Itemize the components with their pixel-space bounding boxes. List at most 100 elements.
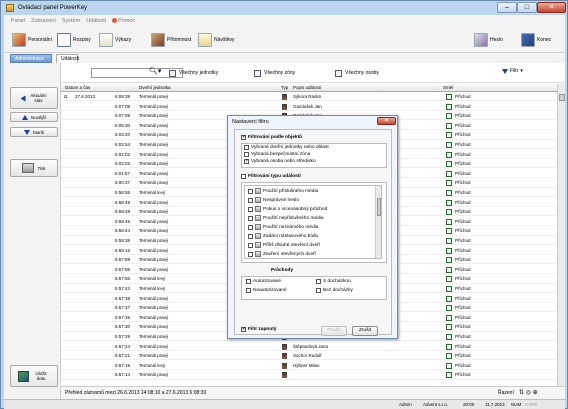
password-button[interactable]: Heslo [474,31,503,48]
objects-checkbox[interactable] [241,134,246,140]
event-type-checkbox[interactable] [248,233,253,239]
event-type-item[interactable]: Použití příslušného média [248,188,318,194]
col-unit[interactable]: Dveřní jednotka [139,85,171,90]
visits-button[interactable]: Návštěvy [198,31,235,48]
col-direction[interactable]: Směr [443,85,454,90]
cell-desc: Štěpandová Jana [293,343,329,349]
objects-toggle[interactable]: Filtrování podle objektů [241,134,302,140]
table-row[interactable]: 5:57:21 Terminál pravý Sochor Rudolf Přícho… [61,352,557,361]
passage-unauthorized-checkbox[interactable] [246,288,251,293]
menu-panel[interactable]: Panel [11,18,25,24]
presence-button[interactable]: Přítomnost [151,31,191,48]
newer-button[interactable]: Novější [10,112,58,122]
event-type-item[interactable]: Zavření otevřených dveří [248,251,316,257]
menu-system[interactable]: Systém [62,18,80,24]
event-type-checkbox[interactable] [248,215,253,221]
dialog-close-button[interactable]: ✕ [377,117,396,125]
apply-button[interactable]: Použít [321,326,347,336]
passage-attendance[interactable]: S docházkou [316,279,351,284]
presence-icon [151,32,165,47]
sort-icons[interactable]: ⇅ ◎ ⊕ [519,389,538,396]
reports-button[interactable]: Výkazy [99,31,131,48]
tab-administration[interactable]: Administrace [10,54,52,63]
personal-button[interactable]: Personální [12,31,52,48]
schedules-button[interactable]: Rozpisy [57,31,91,48]
event-type-icon [255,215,261,221]
maximize-button[interactable]: □ [517,2,537,13]
passage-unauthorized-label: Neautorizované [253,288,287,293]
event-type-item[interactable]: Příliš dlouhé otevření dveří [248,242,320,248]
passage-authorized[interactable]: Autorizované [246,279,281,284]
cell-time: 5:58:55 [115,190,131,195]
cell-dir: Příchod [455,122,471,128]
object-option-3[interactable]: Vybraná osoba nebo středisko [244,158,316,164]
printer-icon [22,163,35,173]
object-checkbox-1[interactable] [244,145,249,150]
event-type-checkbox[interactable] [248,206,253,212]
event-type-item[interactable]: Pokus o vícenásobný průchod [248,206,327,212]
cell-dir: Příchod [455,142,471,147]
visits-icon [198,32,212,47]
filter-on-checkbox[interactable] [241,326,246,332]
table-row[interactable]: 6:07:09 Terminál pravý Gazdušek Jan Příchod [61,103,557,111]
search-icon[interactable]: 🔍︎▾ [149,67,161,75]
event-type-checkbox[interactable] [248,251,253,257]
save-label: Uložit dotu [35,371,47,381]
cancel-button[interactable]: Zrušit [352,326,378,336]
vertical-scrollbar[interactable] [557,84,565,386]
object-option-2[interactable]: Vybraná bezpečnostní zóna [244,152,310,157]
menu-events[interactable]: Události [86,18,106,24]
types-checkbox[interactable] [241,174,246,179]
event-type-item[interactable]: Použití neznámého média [248,224,318,230]
arrival-icon [446,305,452,312]
table-row[interactable]: 5:57:14 Terminál pravý Příchod [61,371,557,380]
filter-on-toggle[interactable]: Filtr zapnutý [241,326,277,332]
passage-attendance-checkbox[interactable] [316,279,321,284]
object-checkbox-2[interactable] [244,152,249,157]
menu-bar: Panel Zobrazení Systém Události Pomoc [4,15,565,26]
event-type-item[interactable]: Zadání nástavového kódu [248,233,318,239]
table-row[interactable]: Ω 27.6.2013 6:08:39 Terminál pravý Sýkora Ra… [61,93,557,102]
print-button[interactable]: Tisk [10,159,58,177]
refresh-button[interactable]: Aktuální stav [10,87,58,109]
types-toggle[interactable]: Filtrování typu událostí [241,174,301,179]
event-type-item[interactable]: Použití nepříslušného média [248,215,324,221]
cell-time: 5:58:45 [115,218,131,224]
object-option-1[interactable]: Vybrané dveřní jednotky nebo oblast [244,145,329,150]
passage-no-attendance-checkbox[interactable] [316,288,321,293]
zones-filter[interactable]: Všechny zóny [254,68,295,78]
event-type-item[interactable]: Nesprávné heslo [248,197,299,203]
passage-no-attendance[interactable]: Bez docházky [316,288,353,293]
col-datetime[interactable]: Datum a čas [65,85,90,90]
close-button[interactable]: ✕ [537,2,566,13]
table-row[interactable]: 5:57:19 Terminál levý Hýbner Milan Příchod [61,362,557,371]
filter-button[interactable]: Filtr ▾ [502,68,523,74]
event-type-label: Nesprávné heslo [263,197,299,203]
col-type[interactable]: Typ [281,85,288,90]
event-type-checkbox[interactable] [248,242,253,248]
menu-view[interactable]: Zobrazení [31,18,56,24]
older-button[interactable]: Starší [10,127,58,137]
exit-button[interactable]: Konec [521,31,551,48]
scroll-thumb[interactable] [559,94,565,101]
tab-events[interactable]: Události [56,54,79,63]
menu-help[interactable]: Pomoc [112,18,135,24]
save-button[interactable]: Uložit dotu [10,365,58,387]
passage-unauthorized[interactable]: Neautorizované [246,288,287,293]
types-scrollbar[interactable] [375,186,381,258]
types-scroll-thumb[interactable] [377,198,381,216]
cell-time: 5:57:24 [115,343,131,349]
passage-authorized-checkbox[interactable] [246,279,251,284]
table-row[interactable]: 5:57:24 Terminál pravý Štěpandová Jana Příc… [61,343,557,351]
col-description[interactable]: Popis události [293,85,321,90]
units-filter[interactable]: Všechny jednotky [169,68,218,78]
event-type-checkbox[interactable] [248,197,253,203]
persons-filter[interactable]: Všechny osoby [335,68,379,78]
event-type-label: Zavření otevřených dveří [263,251,317,257]
minimize-button[interactable]: – [497,2,517,13]
object-checkbox-3[interactable] [244,158,249,164]
event-type-checkbox[interactable] [248,188,253,194]
event-type-checkbox[interactable] [248,224,253,230]
status-bar: Přehled záznamů mezi 26.6.2013 14:08:10 … [61,386,565,399]
sort-label[interactable]: Řazení [498,390,514,396]
